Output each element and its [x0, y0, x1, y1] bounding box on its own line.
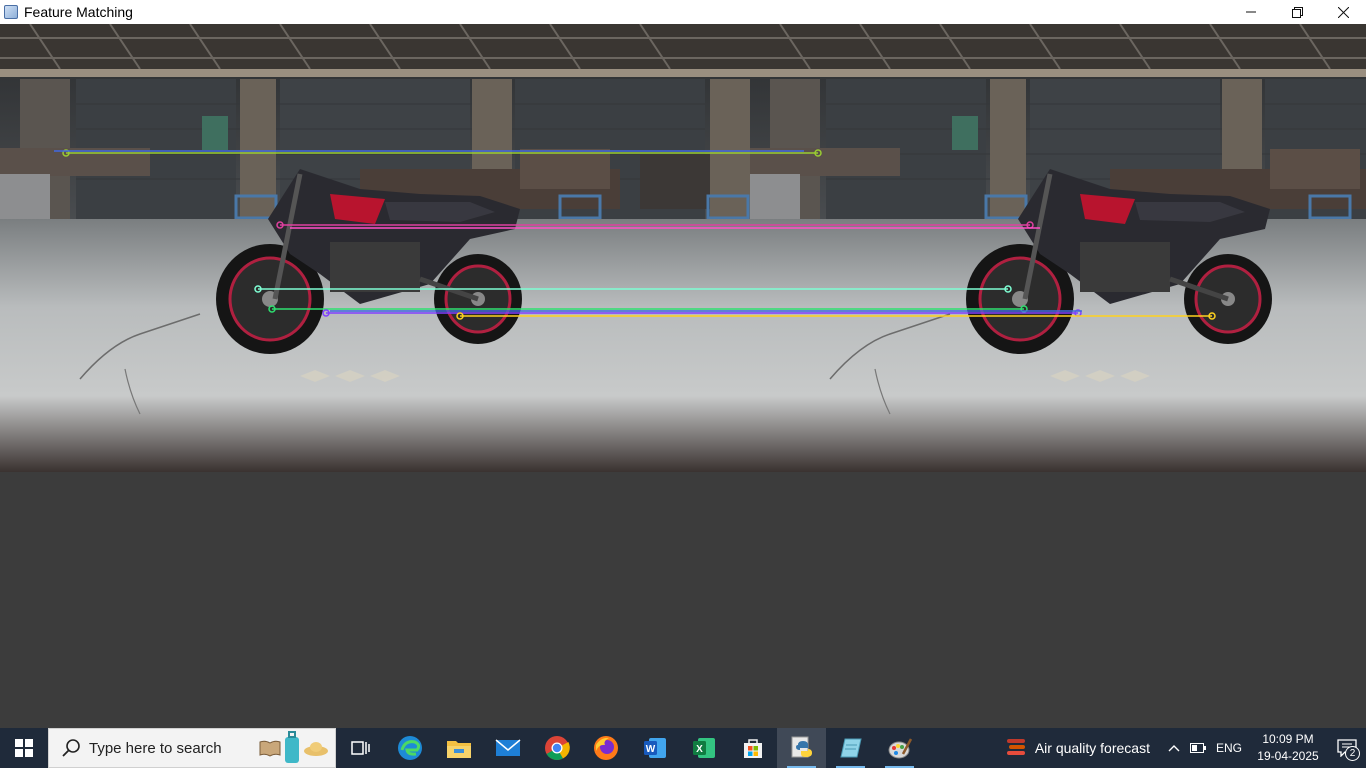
search-placeholder: Type here to search [89, 739, 222, 757]
book-icon [259, 740, 281, 757]
air-quality-icon [1006, 739, 1025, 755]
show-hidden-icons-button[interactable] [1162, 728, 1186, 768]
clock-time: 10:09 PM [1262, 732, 1314, 746]
weather-text: Air quality forecast [1034, 740, 1150, 756]
file-explorer-icon [446, 741, 471, 758]
window-controls [1228, 0, 1366, 24]
weather-widget[interactable]: Air quality forecast [999, 728, 1162, 768]
windows-icon [15, 739, 33, 757]
notification-center-button[interactable]: 2 [1328, 728, 1366, 768]
taskbar-store[interactable] [728, 728, 777, 768]
restore-button[interactable] [1274, 0, 1320, 24]
close-icon [1337, 6, 1349, 18]
taskbar-edge[interactable] [385, 728, 434, 768]
taskbar-firefox[interactable] [581, 728, 630, 768]
minimize-icon [1246, 11, 1256, 13]
taskbar-excel[interactable]: X [679, 728, 728, 768]
empty-window-area [0, 472, 1366, 728]
battery-icon [1189, 743, 1206, 753]
svg-text:X: X [696, 744, 703, 755]
notepad-icon [839, 738, 862, 758]
chevron-up-icon [1168, 745, 1180, 752]
taskbar-word[interactable]: W [630, 728, 679, 768]
taskbar-file-explorer[interactable] [434, 728, 483, 768]
clock-date: 19-04-2025 [1257, 749, 1319, 763]
input-language[interactable]: ENG [1210, 741, 1248, 755]
restore-icon [1291, 6, 1303, 18]
search-highlight-art [259, 731, 329, 765]
close-button[interactable] [1320, 0, 1366, 24]
right-factory-scene [750, 24, 1366, 472]
window-title: Feature Matching [24, 4, 133, 20]
app-icon [4, 5, 18, 19]
taskbar-notepad[interactable] [826, 728, 875, 768]
taskbar: Type here to search W X Air quality fore… [0, 728, 1366, 768]
start-button[interactable] [0, 728, 48, 768]
word-icon: W [643, 738, 666, 758]
feature-matching-canvas [0, 24, 1366, 472]
taskbar-chrome[interactable] [532, 728, 581, 768]
firefox-icon [593, 736, 618, 760]
right-image [750, 24, 1366, 472]
python-icon [791, 736, 812, 758]
paint-icon [888, 738, 912, 759]
chrome-icon [544, 736, 570, 761]
store-icon [743, 739, 762, 758]
search-box[interactable]: Type here to search [48, 728, 336, 768]
task-view-button[interactable] [336, 728, 385, 768]
svg-text:W: W [645, 744, 655, 755]
taskbar-python[interactable] [777, 728, 826, 768]
taskbar-mail[interactable] [483, 728, 532, 768]
title-bar[interactable]: Feature Matching [0, 0, 1366, 24]
clock[interactable]: 10:09 PM 19-04-2025 [1248, 731, 1328, 765]
battery-button[interactable] [1186, 728, 1210, 768]
excel-icon: X [692, 738, 715, 758]
left-image [0, 24, 750, 472]
suitcase-icon [285, 731, 299, 763]
left-factory-scene [0, 24, 750, 472]
search-icon [62, 739, 80, 757]
system-tray: Air quality forecast ENG 10:09 PM 19-04-… [999, 728, 1366, 768]
mail-icon [495, 739, 520, 756]
minimize-button[interactable] [1228, 0, 1274, 24]
edge-icon [397, 736, 422, 760]
task-view-icon [350, 741, 370, 755]
hat-icon [304, 742, 328, 756]
taskbar-paint[interactable] [875, 728, 924, 768]
notification-count-badge: 2 [1345, 746, 1360, 761]
